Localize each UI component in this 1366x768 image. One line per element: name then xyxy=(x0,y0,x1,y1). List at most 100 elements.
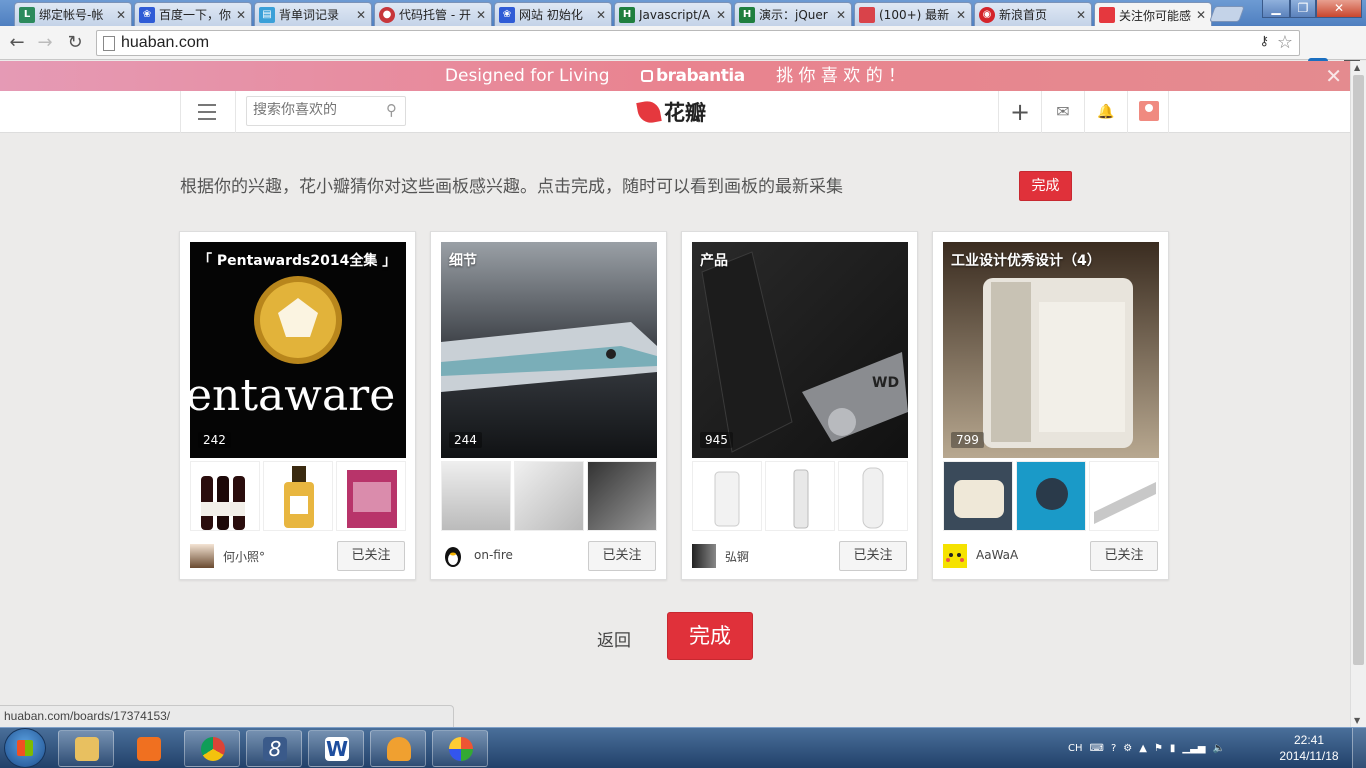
scroll-up-icon[interactable]: ▲ xyxy=(1354,63,1360,72)
followed-button[interactable]: 已关注 xyxy=(337,541,405,571)
notification-bell-icon[interactable]: 🔔 xyxy=(1085,91,1127,133)
board-card[interactable]: 细节 244 on-fire 已关注 xyxy=(430,231,667,580)
board-cover[interactable]: 细节 244 xyxy=(441,242,657,458)
followed-button[interactable]: 已关注 xyxy=(1090,541,1158,571)
search-input[interactable] xyxy=(253,102,373,118)
tab-latest[interactable]: (100+) 最新 ✕ xyxy=(854,2,972,26)
user-name[interactable]: AaWaA xyxy=(976,548,1018,562)
done-button-top[interactable]: 完成 xyxy=(1019,171,1072,201)
close-icon[interactable]: ✕ xyxy=(715,8,727,22)
tab-baidu[interactable]: ❀ 百度一下，你 ✕ xyxy=(134,2,252,26)
close-icon[interactable]: ✕ xyxy=(1075,8,1087,22)
window-close-button[interactable]: ✕ xyxy=(1316,0,1362,18)
board-cover[interactable]: WD 产品 945 xyxy=(692,242,908,458)
back-arrow-icon[interactable]: ← xyxy=(6,32,28,54)
thumbnail[interactable] xyxy=(943,461,1013,531)
huaban-logo[interactable]: 花瓣 xyxy=(636,98,706,126)
close-icon[interactable]: ✕ xyxy=(955,8,967,22)
taskbar-paint[interactable] xyxy=(432,730,488,767)
battery-icon[interactable]: ▮ xyxy=(1170,743,1176,754)
user-avatar[interactable] xyxy=(1139,101,1159,121)
board-cover[interactable]: 工业设计优秀设计（4） 799 xyxy=(943,242,1159,458)
show-desktop-button[interactable] xyxy=(1352,728,1366,768)
thumbnail[interactable] xyxy=(1089,461,1159,531)
vertical-scrollbar[interactable]: ▲ ▼ xyxy=(1350,61,1366,727)
action-center-icon[interactable]: ⚑ xyxy=(1154,743,1163,754)
board-card[interactable]: entaware 「 Pentawards2014全集 」 242 何小照° 已… xyxy=(179,231,416,580)
thumbnail[interactable] xyxy=(765,461,835,531)
maximize-button[interactable]: ❐ xyxy=(1290,0,1316,18)
tab-bind-account[interactable]: L 绑定帐号-帐 ✕ xyxy=(14,2,132,26)
pikachu-avatar[interactable] xyxy=(943,544,967,568)
thumbnail[interactable] xyxy=(263,461,333,531)
board-cover[interactable]: entaware 「 Pentawards2014全集 」 242 xyxy=(190,242,406,458)
thumbnail[interactable] xyxy=(441,461,511,531)
search-box[interactable]: ⚲ xyxy=(246,96,406,126)
close-icon[interactable]: ✕ xyxy=(1195,8,1207,22)
search-icon[interactable]: ⚲ xyxy=(386,101,397,119)
keyboard-icon[interactable]: ⌨ xyxy=(1090,743,1104,754)
taskbar-chrome[interactable] xyxy=(184,730,240,767)
close-icon[interactable]: ✕ xyxy=(835,8,847,22)
forward-arrow-icon[interactable]: → xyxy=(34,32,56,54)
signal-icon[interactable]: ▁▃▅ xyxy=(1182,743,1205,754)
taskbar-homegroup[interactable] xyxy=(370,730,426,767)
thumbnail[interactable] xyxy=(692,461,762,531)
board-card[interactable]: WD 产品 945 弘锕 已关注 xyxy=(681,231,918,580)
followed-button[interactable]: 已关注 xyxy=(588,541,656,571)
taskbar-word[interactable]: W xyxy=(308,730,364,767)
taskbar-explorer[interactable] xyxy=(58,730,114,767)
taskbar-app-8[interactable]: 8 xyxy=(246,730,302,767)
new-tab-button[interactable] xyxy=(1209,6,1245,22)
tab-site-init[interactable]: ❀ 网站 初始化 ✕ xyxy=(494,2,612,26)
banner-close-icon[interactable]: ✕ xyxy=(1325,61,1342,91)
menu-hamburger-icon[interactable] xyxy=(198,104,216,125)
thumbnail[interactable] xyxy=(838,461,908,531)
user-name[interactable]: on-fire xyxy=(474,548,513,562)
user-avatar[interactable] xyxy=(190,544,214,568)
close-icon[interactable]: ✕ xyxy=(595,8,607,22)
input-language[interactable]: CH xyxy=(1068,743,1083,754)
promo-banner[interactable]: Designed for Living brabantia 挑 你 喜 欢 的 … xyxy=(0,61,1350,91)
bookmark-star-icon[interactable]: ☆ xyxy=(1277,32,1293,53)
reload-icon[interactable]: ↻ xyxy=(64,32,86,54)
address-bar[interactable]: huaban.com ⚷ ☆ xyxy=(96,30,1300,56)
thumbnail[interactable] xyxy=(514,461,584,531)
key-icon[interactable]: ⚷ xyxy=(1259,34,1269,49)
tab-jquery-demo[interactable]: H 演示：jQuer ✕ xyxy=(734,2,852,26)
close-icon[interactable]: ✕ xyxy=(475,8,487,22)
thumbnail[interactable] xyxy=(1016,461,1086,531)
thumbnail[interactable] xyxy=(587,461,657,531)
address-url[interactable]: huaban.com xyxy=(121,34,209,52)
thumbnail[interactable] xyxy=(190,461,260,531)
mail-icon[interactable]: ✉ xyxy=(1042,91,1084,133)
close-icon[interactable]: ✕ xyxy=(235,8,247,22)
minimize-button[interactable]: ▁ xyxy=(1262,0,1290,18)
tab-vocab[interactable]: ▤ 背单词记录 ✕ xyxy=(254,2,372,26)
tab-code-hosting[interactable]: ● 代码托管 - 开 ✕ xyxy=(374,2,492,26)
back-link[interactable]: 返回 xyxy=(597,626,631,651)
qq-penguin-avatar[interactable] xyxy=(441,544,465,568)
add-pin-button[interactable]: + xyxy=(999,91,1041,133)
show-hidden-icons-icon[interactable]: ▲ xyxy=(1139,743,1147,754)
followed-button[interactable]: 已关注 xyxy=(839,541,907,571)
start-button[interactable] xyxy=(4,728,46,768)
tab-follow-suggestions[interactable]: 关注你可能感 ✕ xyxy=(1094,2,1212,27)
taskbar-media-player[interactable] xyxy=(120,730,176,767)
clock[interactable]: 22:41 2014/11/18 xyxy=(1272,732,1346,764)
help-icon[interactable]: ? xyxy=(1111,743,1116,754)
tab-sina[interactable]: ◉ 新浪首页 ✕ xyxy=(974,2,1092,26)
scroll-down-icon[interactable]: ▼ xyxy=(1354,716,1360,725)
volume-icon[interactable]: 🔈 xyxy=(1213,743,1225,754)
close-icon[interactable]: ✕ xyxy=(115,8,127,22)
thumbnail[interactable] xyxy=(336,461,406,531)
close-icon[interactable]: ✕ xyxy=(355,8,367,22)
tab-javascript[interactable]: H Javascript/A ✕ xyxy=(614,2,732,26)
user-name[interactable]: 弘锕 xyxy=(725,548,749,565)
done-button[interactable]: 完成 xyxy=(667,612,753,660)
user-name[interactable]: 何小照° xyxy=(223,548,265,565)
settings-icon[interactable]: ⚙ xyxy=(1123,743,1132,754)
scrollbar-thumb[interactable] xyxy=(1353,75,1364,665)
user-avatar[interactable] xyxy=(692,544,716,568)
board-card[interactable]: 工业设计优秀设计（4） 799 AaWaA 已关注 xyxy=(932,231,1169,580)
